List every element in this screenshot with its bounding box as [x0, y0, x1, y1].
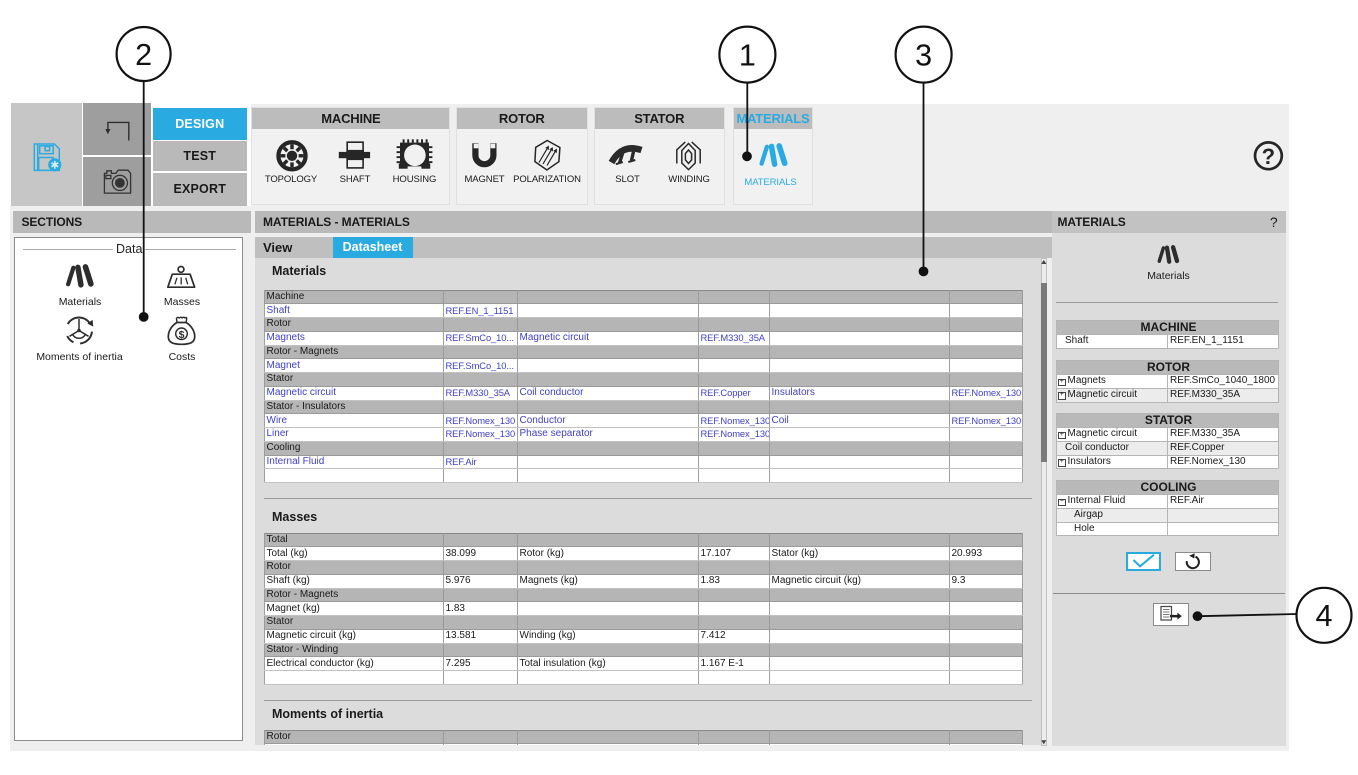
svg-text:1: 1	[739, 39, 756, 73]
svg-text:2: 2	[135, 38, 152, 72]
svg-text:4: 4	[1316, 599, 1333, 633]
svg-text:3: 3	[915, 39, 932, 73]
